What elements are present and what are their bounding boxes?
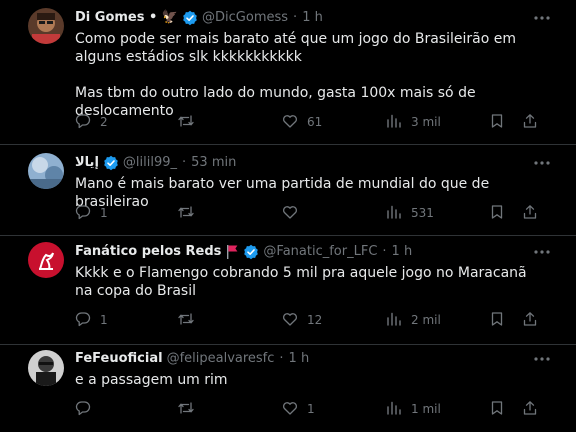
tweet-text: Como pode ser mais barato até que um jog… [75,31,516,119]
tweet-text: Kkkk e o Flamengo cobrando 5 mil pra aqu… [75,265,527,299]
author-handle[interactable]: @Fanatic_for_LFC [263,242,377,262]
separator-dot: · [182,155,187,170]
repost-button[interactable] [177,203,204,223]
author-handle[interactable]: @DicGomess [202,8,288,28]
views-count: 531 [411,206,434,220]
avatar[interactable] [28,350,64,386]
author-handle[interactable]: @lilil99_ [123,153,177,173]
timestamp[interactable]: 1 h [302,8,323,28]
views-button[interactable]: 2 mil [386,310,441,330]
like-button[interactable]: 61 [282,112,322,132]
views-button[interactable]: 3 mil [386,112,441,132]
views-icon [386,400,402,419]
share-icon [522,400,538,419]
tweet[interactable]: FeFeuoficial @felipealvaresfc · 1 h e a … [0,345,576,432]
tweet-actions: 2 61 3 mil [75,112,545,132]
more-icon[interactable] [532,153,552,173]
share-button[interactable] [522,310,538,330]
reply-icon [75,311,91,330]
reply-button[interactable]: 1 [75,310,108,330]
views-icon [386,113,402,132]
like-icon [282,400,298,419]
separator-dot: · [293,10,298,25]
more-icon[interactable] [532,8,552,28]
bookmark-icon [489,311,505,330]
repost-button[interactable] [177,399,204,419]
avatar[interactable] [28,153,64,189]
separator-dot: · [382,244,387,259]
author-name[interactable]: Di Gomes • 🦅 [75,8,178,28]
share-button[interactable] [522,203,538,223]
author-name[interactable]: إيالا [75,153,99,173]
repost-icon [177,204,195,223]
bookmark-icon [489,113,505,132]
bookmark-button[interactable] [489,310,505,330]
repost-icon [177,311,195,330]
tweet[interactable]: Fanático pelos Reds @Fanatic_for_LFC · 1… [0,236,576,345]
reply-button[interactable]: 2 [75,112,108,132]
tweet-actions: 1 12 2 mil [75,310,545,330]
avatar[interactable] [28,8,64,44]
tweet-actions: 1 1 mil [75,399,545,419]
views-icon [386,311,402,330]
reply-count: 2 [100,115,108,129]
views-icon [386,204,402,223]
author-handle[interactable]: @felipealvaresfc [167,349,275,369]
reply-count: 1 [100,206,108,220]
share-button[interactable] [522,399,538,419]
timestamp[interactable]: 1 h [392,242,413,262]
tweet[interactable]: إيالا @lilil99_ · 53 min Mano é mais bar… [0,145,576,236]
like-count: 1 [307,402,315,416]
separator-dot: · [279,351,284,366]
reply-icon [75,204,91,223]
flag-emoji [225,244,239,260]
views-count: 3 mil [411,115,441,129]
like-button[interactable]: 1 [282,399,315,419]
timestamp[interactable]: 1 h [289,349,310,369]
repost-button[interactable] [177,310,204,330]
tweet-text: e a passagem um rim [75,372,228,388]
repost-button[interactable] [177,112,204,132]
verified-badge-icon [103,155,119,171]
reply-count: 1 [100,313,108,327]
repost-icon [177,400,195,419]
share-icon [522,311,538,330]
views-button[interactable]: 531 [386,203,434,223]
reply-button[interactable] [75,399,100,419]
repost-icon [177,113,195,132]
tweet-actions: 1 531 [75,203,545,223]
reply-button[interactable]: 1 [75,203,108,223]
like-icon [282,113,298,132]
like-icon [282,311,298,330]
bookmark-icon [489,204,505,223]
bookmark-button[interactable] [489,399,505,419]
reply-icon [75,113,91,132]
more-icon[interactable] [532,349,552,369]
like-button[interactable] [282,203,307,223]
tweet[interactable]: Di Gomes • 🦅 @DicGomess · 1 h Como pode … [0,0,576,145]
verified-badge-icon [243,244,259,260]
views-button[interactable]: 1 mil [386,399,441,419]
more-icon[interactable] [532,242,552,262]
views-count: 1 mil [411,402,441,416]
bookmark-icon [489,400,505,419]
like-icon [282,204,298,223]
reply-icon [75,400,91,419]
like-count: 12 [307,313,323,327]
verified-badge-icon [182,10,198,26]
share-button[interactable] [522,112,538,132]
bookmark-button[interactable] [489,203,505,223]
avatar[interactable] [28,242,64,278]
timestamp[interactable]: 53 min [191,153,236,173]
author-name[interactable]: Fanático pelos Reds [75,242,221,262]
like-count: 61 [307,115,323,129]
share-icon [522,204,538,223]
share-icon [522,113,538,132]
author-name[interactable]: FeFeuoficial [75,349,163,369]
bookmark-button[interactable] [489,112,505,132]
views-count: 2 mil [411,313,441,327]
like-button[interactable]: 12 [282,310,322,330]
